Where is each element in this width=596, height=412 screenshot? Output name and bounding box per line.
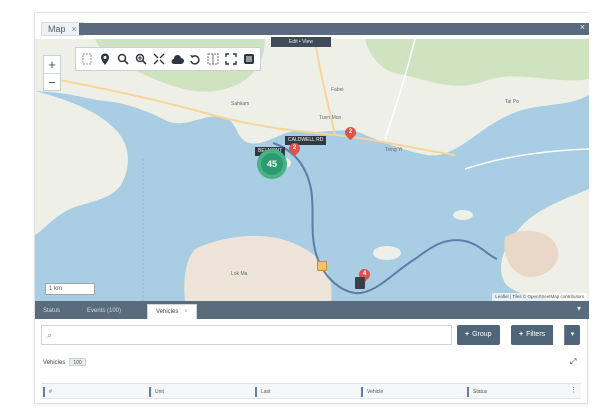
table-header: # Unit Last Vehicle Status ⋮ [41, 383, 581, 399]
group-button[interactable]: + Group [457, 325, 500, 345]
fullscreen-icon[interactable] [224, 51, 238, 67]
cluster-marker[interactable]: 45 [257, 149, 287, 179]
place-label: Sahkam [231, 101, 250, 107]
results-count-badge: 100 [69, 358, 86, 366]
zoom-icon[interactable] [116, 51, 130, 67]
plus-icon: + [519, 331, 524, 338]
app-window: Map × × Edit • View + − Sahkam Fabei Tue… [34, 12, 589, 404]
column-header[interactable]: Vehicle [361, 387, 383, 397]
close-icon[interactable]: × [184, 309, 188, 315]
place-label: Tai Po [505, 99, 519, 105]
panel-tabs: Status Events (100) Vehicles × ▾ [35, 301, 589, 319]
more-options-icon[interactable]: ⋮ [570, 386, 577, 394]
map-view[interactable]: + − Sahkam Fabei Tuen Mun Tsing Yi Lok M… [35, 39, 589, 301]
place-label: Tsing Yi [385, 147, 403, 153]
south-island [184, 235, 332, 301]
filters-button[interactable]: + Filters [511, 325, 554, 345]
map-pin[interactable]: 2 [342, 124, 359, 141]
search-box[interactable]: ⌕ [41, 325, 452, 345]
map-toolbar [75, 47, 261, 71]
zoom-in-icon[interactable] [134, 51, 148, 67]
map-attribution: Leaflet | Tiles © OpenStreetMap contribu… [492, 293, 587, 301]
chevron-down-icon[interactable]: ▾ [577, 304, 581, 313]
column-header[interactable]: Unit [149, 387, 164, 397]
column-header[interactable]: Status [467, 387, 487, 397]
pin-icon[interactable] [98, 51, 112, 67]
map-tab[interactable]: Map × [41, 22, 84, 36]
tab-status[interactable]: Status [35, 304, 68, 319]
islet [373, 246, 401, 260]
map-menu-chip[interactable]: Edit • View [271, 37, 331, 47]
scale-bar: 1 km [45, 283, 95, 295]
vehicle-marker[interactable] [355, 277, 365, 289]
place-label: Tuen Mun [319, 115, 342, 121]
results-header: Vehicles 100 [43, 358, 86, 366]
column-header[interactable]: # [43, 387, 52, 397]
zoom-out-button[interactable]: − [44, 73, 60, 90]
place-label: Fabei [331, 87, 344, 93]
layers-icon[interactable] [242, 51, 256, 67]
zoom-in-button[interactable]: + [44, 56, 60, 73]
fit-icon[interactable] [152, 51, 166, 67]
plus-icon: + [465, 331, 470, 338]
map-pin[interactable]: 2 [286, 140, 303, 157]
place-label: Lok Ma [231, 271, 248, 277]
expand-icon[interactable]: ⤢ [570, 357, 576, 367]
close-icon[interactable]: × [580, 22, 585, 32]
map-tiles [35, 39, 589, 301]
grid-icon[interactable] [80, 51, 94, 67]
close-icon[interactable]: × [72, 24, 77, 34]
poi-marker[interactable] [317, 261, 327, 271]
tab-events[interactable]: Events (100) [79, 304, 129, 319]
west-land [35, 91, 128, 235]
undo-icon[interactable] [188, 51, 202, 67]
filters-dropdown-button[interactable]: ▾ [564, 325, 580, 345]
islet [453, 210, 473, 220]
search-input[interactable] [62, 328, 442, 342]
column-header[interactable]: Last [255, 387, 270, 397]
road [464, 148, 589, 170]
top-strip: Map × × Edit • View [35, 13, 589, 47]
zoom-control: + − [43, 55, 61, 91]
search-icon: ⌕ [47, 330, 53, 340]
window-titlebar: × [79, 22, 589, 35]
tab-vehicles[interactable]: Vehicles × [147, 304, 197, 319]
cloud-icon[interactable] [170, 51, 184, 67]
table-icon[interactable] [206, 51, 220, 67]
